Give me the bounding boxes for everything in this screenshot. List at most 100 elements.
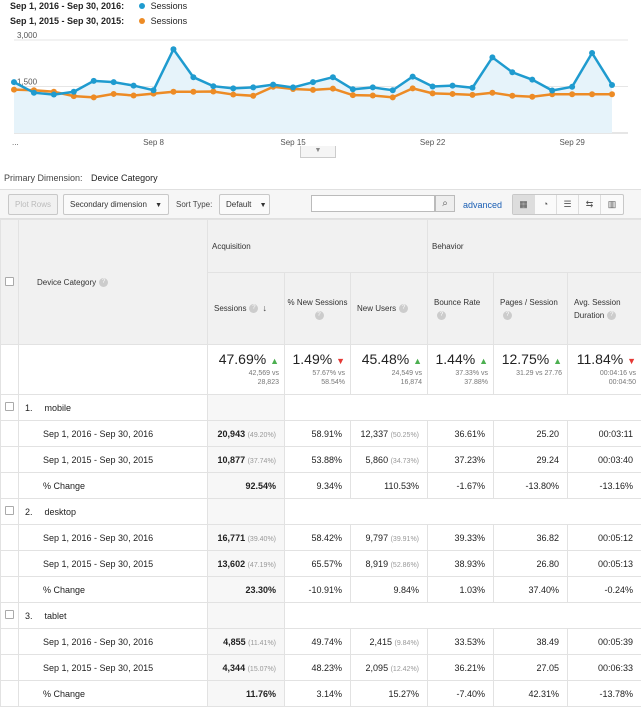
data-point — [469, 84, 476, 91]
plot-rows-button[interactable]: Plot Rows — [8, 194, 58, 215]
share-pct: (15.07%) — [247, 665, 276, 673]
data-point — [230, 85, 237, 92]
device-row[interactable]: 1. mobile — [0, 394, 641, 421]
device-name-link[interactable]: desktop — [45, 507, 77, 517]
date-range-row: Sep 1, 2016 - Sep 30, 2016 16,771 (39.40%… — [0, 524, 641, 551]
data-point — [609, 91, 615, 98]
data-point — [190, 88, 197, 95]
row-spacer — [0, 576, 19, 603]
row-label: Sep 1, 2015 - Sep 30, 2015 — [18, 446, 208, 473]
bounce-rate-cell: 33.53% — [427, 628, 494, 655]
data-point — [569, 91, 576, 98]
pages-session-cell: 26.80 — [493, 550, 568, 577]
sessions-value: 4,855 — [223, 636, 246, 647]
dimension-header[interactable]: Device Category? — [18, 219, 208, 345]
help-icon[interactable]: ? — [314, 310, 324, 320]
data-point — [11, 86, 17, 93]
total-sessions: 47.69% ▲ 42,569 vs 28,823 — [207, 344, 285, 395]
new-sessions-cell: 58.42% — [284, 524, 351, 551]
pivot-view-icon[interactable]: ▥ — [601, 195, 623, 214]
search-icon[interactable]: ⌕ — [435, 195, 455, 212]
select-all-checkbox[interactable] — [5, 276, 14, 286]
help-icon[interactable]: ? — [399, 304, 409, 314]
data-point — [449, 82, 456, 89]
share-pct: (39.91%) — [390, 535, 419, 543]
sessions-cell: 13,602 (47.19%) — [207, 550, 285, 577]
col-new-sessions[interactable]: % New Sessions? — [284, 272, 351, 345]
col-sessions[interactable]: Sessions? ↓ — [207, 272, 285, 345]
avg-duration-cell: -13.78% — [566, 680, 641, 707]
sessions-value: 13,602 — [217, 558, 246, 569]
col-bounce-rate[interactable]: Bounce Rate? — [427, 272, 494, 345]
change-row: % Change 92.54% 9.34% 110.53% -1.67% -13.80% -… — [0, 472, 641, 499]
performance-view-icon[interactable]: ☰ — [557, 195, 579, 214]
row-spacer — [0, 680, 19, 707]
data-point — [110, 79, 117, 86]
total-new-users: 45.48% ▲ 24,549 vs 16,874 — [350, 344, 428, 395]
row-checkbox[interactable] — [5, 402, 14, 411]
device-row[interactable]: 3. tablet — [0, 602, 641, 629]
data-point — [609, 81, 615, 88]
row-label: Sep 1, 2015 - Sep 30, 2015 — [18, 550, 208, 577]
sort-type-label: Sort Type: — [176, 200, 213, 209]
new-users-value: 2,415 — [369, 636, 392, 647]
secondary-dimension-dropdown[interactable]: Secondary dimension ▼ — [63, 194, 169, 215]
data-point — [429, 90, 436, 97]
row-checkbox-cell — [0, 394, 19, 421]
col-avg-duration[interactable]: Avg. Session Duration? — [566, 272, 641, 345]
help-icon[interactable]: ? — [437, 310, 446, 320]
new-users-value: 2,095 — [365, 662, 389, 673]
help-icon[interactable]: ? — [249, 304, 259, 314]
help-icon[interactable]: ? — [503, 310, 512, 320]
new-users-value: 5,860 — [365, 454, 389, 465]
row-checkbox[interactable] — [5, 506, 14, 515]
total-new-sessions-sub2: 58.54% — [321, 379, 345, 386]
row-spacer — [0, 524, 19, 551]
arrow-down-icon: ▼ — [627, 356, 637, 366]
new-sessions-cell: 3.14% — [284, 680, 351, 707]
table-search-input[interactable] — [311, 195, 435, 212]
arrow-up-icon: ▲ — [270, 356, 279, 366]
data-point — [389, 87, 396, 94]
date-range-row: Sep 1, 2016 - Sep 30, 2016 20,943 (49.20%… — [0, 420, 641, 447]
row-checkbox[interactable] — [5, 610, 14, 619]
col-pages-session[interactable]: Pages / Session? — [493, 272, 568, 345]
data-point — [310, 86, 316, 93]
data-point — [509, 69, 516, 76]
total-pages-session-value: 12.75% — [501, 351, 550, 367]
pie-view-icon[interactable]: ◔ — [535, 195, 557, 214]
avg-duration-cell: -0.24% — [566, 576, 641, 603]
sessions-cell: 4,344 (15.07%) — [207, 654, 285, 681]
new-sessions-cell: 65.57% — [284, 550, 351, 577]
data-point — [130, 92, 137, 99]
table-view-icon[interactable]: ▦ — [513, 195, 535, 214]
avg-duration-cell: 00:03:11 — [566, 420, 641, 447]
data-point — [310, 79, 316, 86]
col-new-users[interactable]: New Users? — [350, 272, 428, 345]
row-spacer — [0, 420, 19, 447]
advanced-filter-link[interactable]: advanced — [463, 200, 502, 210]
device-name-link[interactable]: tablet — [45, 611, 67, 621]
new-users-value: 8,919 — [365, 558, 389, 569]
new-sessions-cell: 48.23% — [284, 654, 351, 681]
device-sessions-blank — [207, 602, 285, 629]
new-users-cell: 15.27% — [350, 680, 428, 707]
row-label: % Change — [18, 472, 208, 499]
primary-dimension-value[interactable]: Device Category — [91, 173, 158, 183]
bounce-rate-cell: -7.40% — [427, 680, 494, 707]
line-chart[interactable]: 3,0001,500... Sep 8 Sep 15 Sep 22 Sep 29 — [0, 0, 641, 160]
comparison-view-icon[interactable]: ⇆ — [579, 195, 601, 214]
chart-expand-handle[interactable]: ▼ — [300, 146, 336, 158]
total-bounce-rate: 1.44% ▲ 37.33% vs 37.88% — [427, 344, 494, 395]
new-users-value: 12,337 — [360, 428, 389, 439]
data-point — [469, 91, 476, 98]
device-row[interactable]: 2. desktop — [0, 498, 641, 525]
data-point — [110, 90, 117, 97]
help-icon[interactable]: ? — [99, 277, 109, 287]
pages-session-cell: 42.31% — [493, 680, 568, 707]
sort-type-dropdown[interactable]: Default ▼ — [219, 194, 270, 215]
pages-session-cell: -13.80% — [493, 472, 568, 499]
new-users-value: 9.84% — [393, 584, 419, 595]
device-name-link[interactable]: mobile — [45, 403, 72, 413]
help-icon[interactable]: ? — [607, 310, 617, 320]
